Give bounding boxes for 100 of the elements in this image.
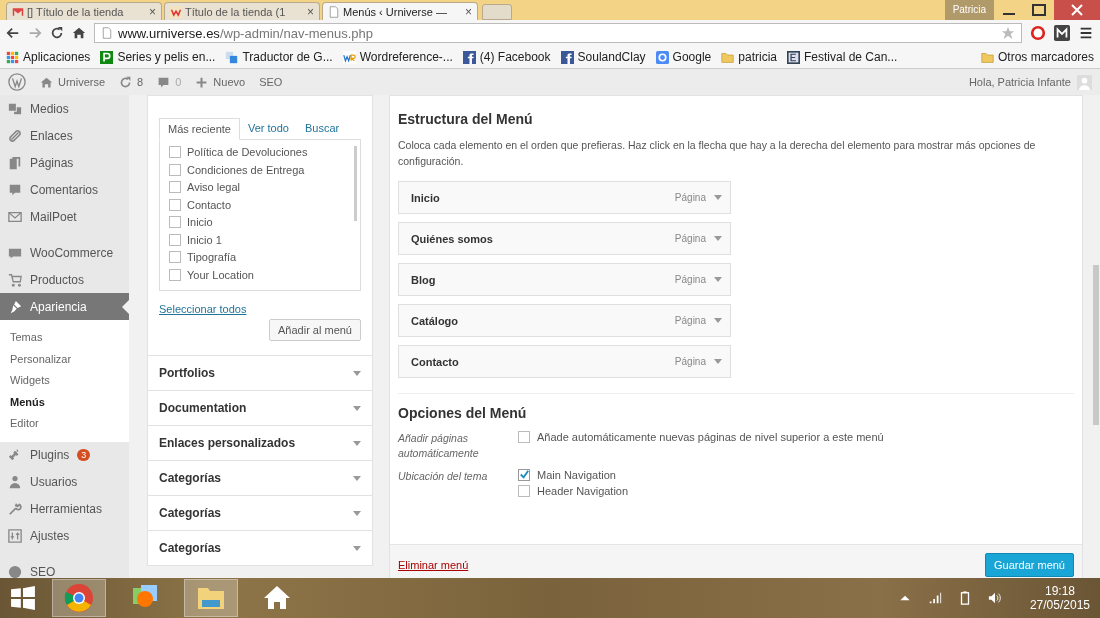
sidebar-item[interactable]: Páginas — [0, 149, 129, 176]
sidebar-item[interactable]: Ajustes — [0, 522, 129, 550]
close-tab-button[interactable]: × — [307, 4, 314, 19]
panel-tab[interactable]: Buscar — [296, 118, 348, 139]
back-icon[interactable] — [6, 26, 20, 40]
letter-logo-icon — [170, 5, 182, 18]
avatar-icon[interactable] — [1077, 74, 1092, 90]
menu-item[interactable]: Inicio Página — [398, 181, 731, 214]
checkbox[interactable] — [169, 181, 181, 193]
caret-icon[interactable] — [714, 195, 722, 200]
checkbox[interactable] — [169, 163, 181, 176]
checkbox[interactable] — [169, 198, 181, 211]
speaker-icon[interactable] — [987, 590, 1002, 606]
panel-tab[interactable]: Más reciente — [159, 118, 240, 140]
caret-icon[interactable] — [714, 359, 722, 364]
menu-icon[interactable] — [1078, 25, 1094, 41]
menu-item[interactable]: Quiénes somos Página — [398, 222, 731, 255]
sidebar-label: Apariencia — [30, 299, 87, 314]
accordion-section[interactable]: Documentation — [147, 391, 373, 426]
submenu-item[interactable]: Personalizar — [0, 348, 129, 370]
menu-item[interactable]: Blog Página — [398, 263, 731, 296]
submenu-item[interactable]: Widgets — [0, 370, 129, 392]
bookmark[interactable]: Traductor de G... — [225, 50, 333, 64]
checkbox[interactable] — [169, 216, 181, 228]
checkbox[interactable] — [518, 485, 530, 497]
sidebar-item[interactable]: MailPoet — [0, 203, 129, 230]
new-link[interactable]: Nuevo — [195, 75, 246, 89]
sidebar-item[interactable]: WooCommerce — [0, 239, 129, 266]
accordion-section[interactable]: Portfolios — [147, 356, 373, 391]
forward-icon[interactable] — [28, 26, 42, 40]
menu-item[interactable]: Catálogo Página — [398, 304, 731, 337]
add-to-menu-button[interactable]: Añadir al menú — [269, 319, 361, 341]
signal-icon[interactable] — [927, 590, 942, 606]
sidebar-item[interactable]: Usuarios — [0, 468, 129, 496]
sidebar-item[interactable]: Productos — [0, 266, 129, 293]
accordion-section[interactable]: Enlaces personalizados — [147, 426, 373, 461]
sidebar-item[interactable]: Enlaces — [0, 122, 129, 149]
sidebar-item[interactable]: SEO — [0, 558, 129, 578]
close-tab-button[interactable]: × — [149, 4, 156, 19]
seo-link[interactable]: SEO — [259, 76, 283, 88]
clock[interactable]: 19:18 27/05/2015 — [1029, 584, 1090, 612]
panel-tab[interactable]: Ver todo — [240, 118, 297, 139]
submenu-item[interactable]: Editor — [0, 413, 129, 435]
caret-icon[interactable] — [714, 318, 722, 323]
user-icon — [8, 475, 22, 489]
accordion-section[interactable]: Categorías — [147, 531, 373, 566]
page-label: Política de Devoluciones — [187, 146, 308, 158]
checkbox[interactable] — [169, 233, 181, 246]
scrollbar[interactable] — [354, 146, 357, 221]
wordpress-logo-icon[interactable] — [8, 73, 26, 91]
page-label: Aviso legal — [187, 181, 240, 193]
star-icon[interactable] — [1001, 26, 1015, 40]
menu-item[interactable]: Contacto Página — [398, 345, 731, 378]
browser-tab[interactable]: Menús ‹ Urniverse — × — [322, 2, 478, 20]
envelope-icon — [8, 209, 22, 224]
submenu-item[interactable]: Menús — [0, 391, 129, 413]
greeting-link[interactable]: Hola, Patricia Infante — [968, 76, 1071, 88]
taskbar-app[interactable] — [52, 579, 106, 617]
checkbox[interactable] — [169, 268, 181, 281]
home-icon[interactable] — [72, 26, 86, 40]
caret-icon[interactable] — [714, 236, 722, 241]
new-tab-button[interactable] — [482, 4, 512, 20]
accordion-section[interactable]: Categorías — [147, 461, 373, 496]
caret-icon[interactable] — [714, 277, 722, 282]
bookmark[interactable]: Aplicaciones — [6, 50, 91, 64]
site-link[interactable]: Urniverse — [40, 75, 106, 89]
select-all-link[interactable]: Seleccionar todos — [159, 303, 247, 315]
letter-f-icon — [462, 50, 476, 64]
close-icon[interactable] — [1054, 0, 1100, 20]
checkbox[interactable] — [518, 431, 530, 443]
close-tab-button[interactable]: × — [465, 4, 472, 19]
bookmark[interactable]: Google — [655, 50, 712, 64]
checkbox[interactable] — [169, 146, 181, 158]
menu-item-type: Página — [674, 192, 706, 203]
page-label: Tipografía — [187, 251, 237, 263]
sidebar-item[interactable]: Herramientas — [0, 495, 129, 523]
delete-menu-link[interactable]: Eliminar menú — [398, 559, 469, 571]
browser-tab[interactable]: [] Título de la tienda × — [6, 2, 162, 20]
updates-link[interactable]: 8 — [119, 75, 144, 89]
reload-icon[interactable] — [50, 26, 64, 40]
accordion-section[interactable]: Categorías — [147, 496, 373, 531]
sidebar-label: SEO — [30, 565, 56, 578]
sidebar-item[interactable]: Plugins 3 — [0, 441, 129, 469]
checkbox[interactable] — [169, 251, 181, 263]
browser-tab[interactable]: Título de la tienda (1 × — [164, 2, 320, 20]
submenu-item[interactable]: Temas — [0, 327, 129, 349]
sidebar-item[interactable]: Medios — [0, 95, 129, 122]
bookmark[interactable]: Wordreference-... — [342, 50, 453, 64]
bookmark[interactable]: SoulandClay — [560, 50, 646, 64]
bookmark[interactable]: (4) Facebook — [462, 50, 551, 64]
bookmark[interactable]: patricia — [721, 50, 777, 64]
sidebar-item[interactable]: Apariencia — [0, 293, 129, 320]
letter-m-icon[interactable] — [1054, 25, 1070, 41]
taskbar-app[interactable] — [184, 579, 238, 617]
windows-logo-icon[interactable] — [10, 585, 36, 611]
checkbox[interactable] — [518, 469, 530, 481]
bookmark[interactable]: Festival de Can... — [787, 50, 898, 64]
sidebar-item[interactable]: Comentarios — [0, 176, 129, 203]
address-field[interactable]: www.urniverse.es/wp-admin/nav-menus.php — [94, 23, 1022, 43]
menu-item-title: Quiénes somos — [411, 232, 493, 245]
